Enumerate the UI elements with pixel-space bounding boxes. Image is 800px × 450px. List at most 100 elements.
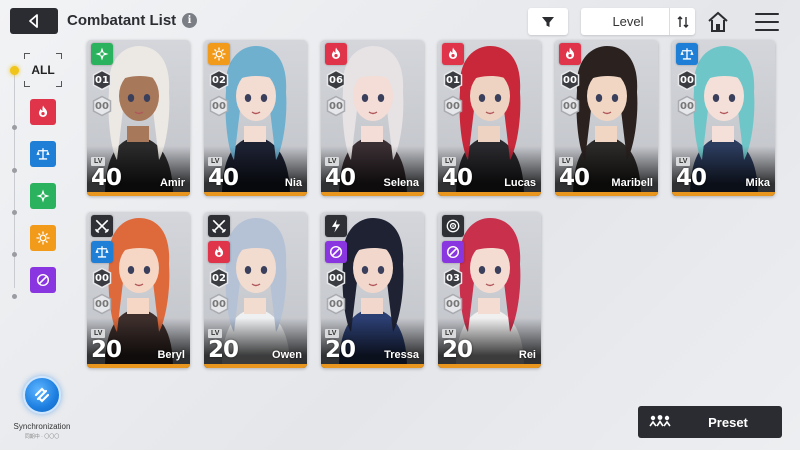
- rank-badge: 06: [325, 69, 347, 91]
- combatant-card[interactable]: 00 00 LV 40 Maribell: [555, 40, 658, 196]
- combatant-level: 40: [325, 165, 356, 191]
- wind-icon: [91, 43, 113, 65]
- rank-value: 02: [212, 74, 226, 86]
- combatant-card[interactable]: 01 00 LV 40 Lucas: [438, 40, 541, 196]
- combatant-level: 40: [91, 165, 122, 191]
- fire-icon: [34, 103, 52, 121]
- combatant-card[interactable]: 02 00 LV 40 Nia: [204, 40, 307, 196]
- menu-button[interactable]: [755, 10, 779, 34]
- card-rarity-strip: [321, 364, 424, 368]
- funnel-icon: [542, 16, 554, 27]
- page-title: Combatant List: [67, 12, 177, 29]
- sidebar-dot: [12, 125, 17, 130]
- combatant-name: Mika: [745, 177, 770, 189]
- combatant-card[interactable]: 01 00 LV 40 Amir: [87, 40, 190, 196]
- home-icon: [708, 11, 728, 32]
- filter-wind[interactable]: [30, 183, 56, 209]
- combatant-level: 20: [208, 337, 239, 363]
- sun-icon: [208, 43, 230, 65]
- sync-icon: [23, 376, 61, 414]
- rank-badge: 00: [559, 69, 581, 91]
- combatant-name: Nia: [284, 177, 302, 189]
- card-rarity-strip: [555, 192, 658, 196]
- combatant-card[interactable]: 02 00 LV 20 Owen: [204, 212, 307, 368]
- team-icon: [638, 414, 682, 430]
- sort-order-toggle[interactable]: [669, 8, 695, 35]
- combatant-level: 40: [208, 165, 239, 191]
- sub-rank-value: 00: [95, 100, 109, 112]
- synchronization-button[interactable]: Synchronization 同期中 · 〇〇〇: [14, 372, 70, 442]
- fire-icon: [325, 43, 347, 65]
- filter-void[interactable]: [30, 267, 56, 293]
- rank-badge: 01: [91, 69, 113, 91]
- crossed-swords-icon: [91, 215, 113, 237]
- sub-rank-badge: 00: [676, 95, 698, 117]
- card-rarity-strip: [438, 192, 541, 196]
- target-icon: [442, 215, 464, 237]
- rank-value: 00: [680, 74, 694, 86]
- rank-value: 02: [212, 272, 226, 284]
- rank-badge: 02: [208, 69, 230, 91]
- sub-rank-badge: 00: [208, 95, 230, 117]
- combatant-name: Maribell: [611, 177, 653, 189]
- balance-icon: [91, 241, 113, 263]
- fire-icon: [442, 43, 464, 65]
- back-button[interactable]: [10, 8, 58, 34]
- sidebar-dot: [12, 294, 17, 299]
- sidebar-dot: [12, 210, 17, 215]
- combatant-level: 40: [442, 165, 473, 191]
- selection-corner: [24, 53, 30, 59]
- void-icon: [325, 241, 347, 263]
- rank-value: 01: [95, 74, 109, 86]
- rank-badge: 00: [325, 267, 347, 289]
- balance-icon: [676, 43, 698, 65]
- combatant-card[interactable]: 00 00 LV 20 Beryl: [87, 212, 190, 368]
- sub-rank-value: 00: [446, 298, 460, 310]
- preset-button[interactable]: Preset: [638, 406, 782, 438]
- home-button[interactable]: [705, 9, 731, 35]
- info-icon[interactable]: i: [182, 13, 197, 28]
- sort-label: Level: [612, 14, 644, 29]
- combatant-card[interactable]: 00 00 LV 20 Tressa: [321, 212, 424, 368]
- sort-dropdown[interactable]: Level: [581, 8, 695, 35]
- combatant-level: 20: [325, 337, 356, 363]
- filter-sun[interactable]: [30, 225, 56, 251]
- combatant-level: 20: [442, 337, 473, 363]
- combatant-grid: 01 00 LV 40 Amir 02 00 LV 40 Nia 06 00 LV 40 Selena 01 0…: [87, 40, 787, 395]
- combatant-name: Tressa: [384, 349, 419, 361]
- filter-all[interactable]: ALL: [24, 53, 62, 87]
- menu-line: [755, 21, 779, 23]
- sub-rank-badge: 00: [559, 95, 581, 117]
- sub-rank-value: 00: [212, 298, 226, 310]
- fire-icon: [559, 43, 581, 65]
- sub-rank-badge: 00: [91, 95, 113, 117]
- sub-rank-value: 00: [329, 298, 343, 310]
- combatant-card[interactable]: 00 00 LV 40 Mika: [672, 40, 775, 196]
- sub-rank-value: 00: [563, 100, 577, 112]
- sub-rank-badge: 00: [325, 95, 347, 117]
- menu-line: [755, 29, 779, 31]
- sub-rank-value: 00: [212, 100, 226, 112]
- sidebar-active-indicator: [10, 66, 19, 75]
- lightning-icon: [325, 215, 347, 237]
- card-rarity-strip: [321, 192, 424, 196]
- filter-fire[interactable]: [30, 99, 56, 125]
- rank-badge: 02: [208, 267, 230, 289]
- sync-sublabel: 同期中 · 〇〇〇: [24, 434, 60, 440]
- sun-icon: [34, 229, 52, 247]
- card-rarity-strip: [672, 192, 775, 196]
- rank-value: 00: [329, 272, 343, 284]
- filter-balance[interactable]: [30, 141, 56, 167]
- combatant-card[interactable]: 06 00 LV 40 Selena: [321, 40, 424, 196]
- combatant-card[interactable]: 03 00 LV 20 Rei: [438, 212, 541, 368]
- crossed-swords-icon: [208, 215, 230, 237]
- combatant-name: Amir: [159, 177, 185, 189]
- sub-rank-value: 00: [329, 100, 343, 112]
- wind-icon: [34, 187, 52, 205]
- void-icon: [34, 271, 52, 289]
- filter-button[interactable]: [528, 8, 568, 35]
- back-arrow-icon: [29, 14, 38, 28]
- rank-value: 00: [95, 272, 109, 284]
- sub-rank-badge: 00: [442, 293, 464, 315]
- card-rarity-strip: [204, 364, 307, 368]
